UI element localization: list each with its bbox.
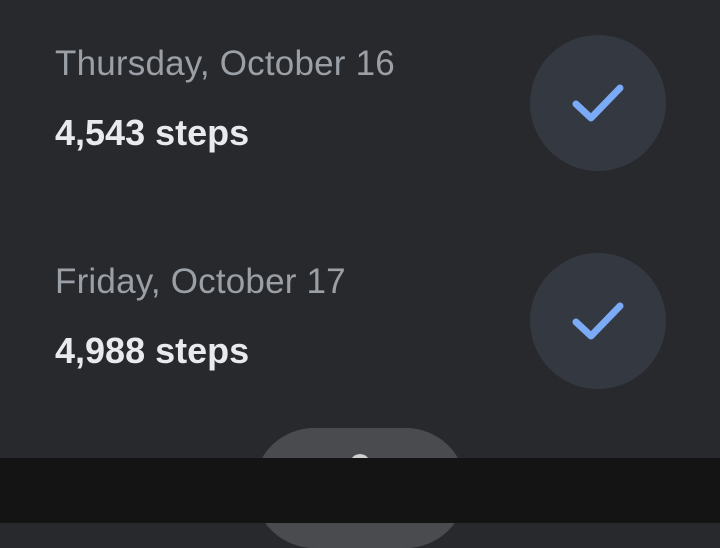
list-item-day[interactable]: Thursday, October 16 4,543 steps [0, 0, 720, 218]
check-icon [572, 84, 624, 122]
list-item-day[interactable]: Friday, October 17 4,988 steps [0, 218, 720, 436]
day-steps-count: 4,543 steps [55, 112, 250, 153]
goal-met-badge [530, 253, 666, 389]
day-steps-count: 4,988 steps [55, 330, 250, 371]
goal-met-badge [530, 35, 666, 171]
day-date-label: Thursday, October 16 [55, 44, 395, 83]
system-navigation-bar [0, 458, 720, 523]
daily-steps-list: Thursday, October 16 4,543 steps Friday,… [0, 0, 720, 548]
check-icon [572, 302, 624, 340]
day-date-label: Friday, October 17 [55, 262, 346, 301]
